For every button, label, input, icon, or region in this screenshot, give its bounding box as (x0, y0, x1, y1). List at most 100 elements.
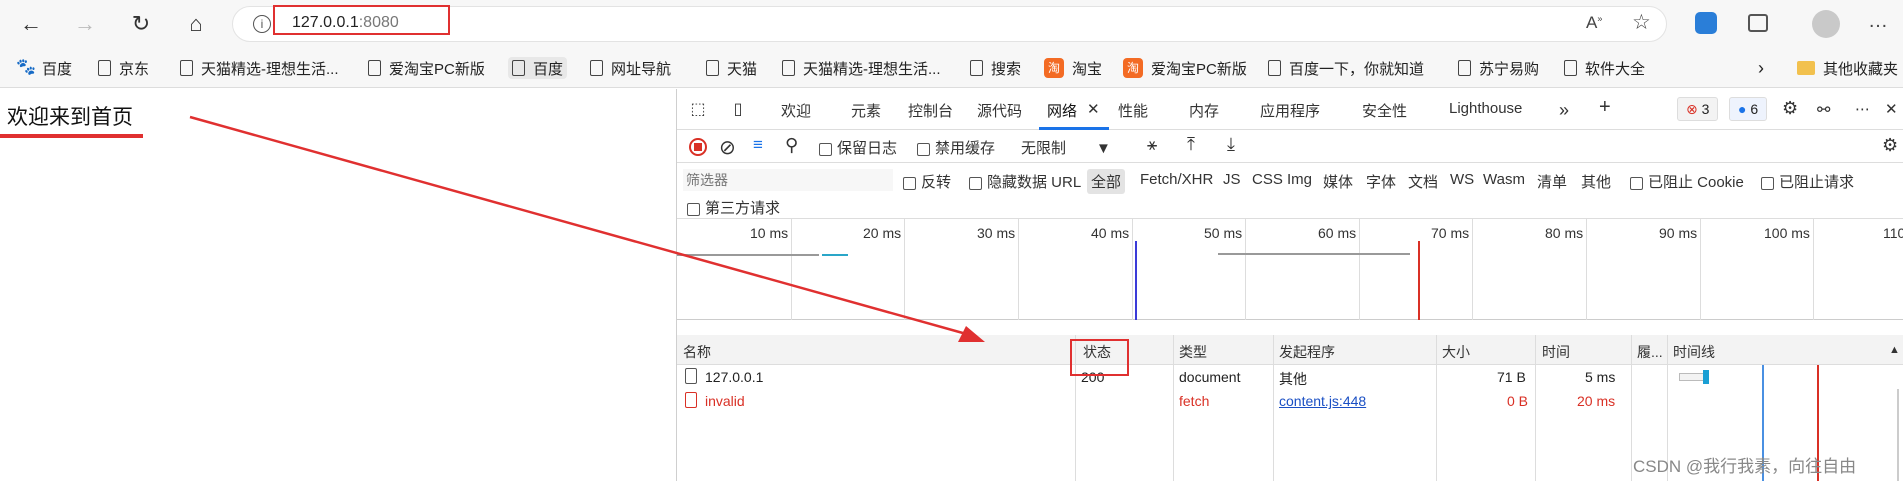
close-icon[interactable]: ✕ (1087, 100, 1100, 118)
error-badge[interactable]: ⊗ 3 (1677, 97, 1719, 121)
scrollbar[interactable] (1897, 389, 1899, 481)
device-toolbar-icon[interactable]: ▯ (727, 99, 749, 119)
bookmarks-bar: 🐾 百度 京东 天猫精选-理想生活... 爱淘宝PC新版 百度 网址导航 天猫 天… (0, 48, 1903, 88)
overview-tick (1700, 219, 1701, 320)
tab-console[interactable]: 控制台 (908, 100, 953, 121)
more-icon[interactable]: … (1868, 10, 1888, 33)
overview-bar-other (1218, 253, 1410, 255)
tick-label: 20 ms (863, 225, 902, 241)
bookmark-item[interactable]: 软件大全 (1564, 57, 1645, 79)
tab-elements[interactable]: 元素 (851, 100, 881, 121)
read-aloud-icon[interactable]: A» (1586, 13, 1602, 33)
bookmark-folder-other[interactable]: 其他收藏夹 (1797, 57, 1898, 79)
tab-sources[interactable]: 源代码 (977, 100, 1022, 121)
devtools-panel: ⬚ ▯ 欢迎 元素 控制台 源代码 网络 ✕ 性能 内存 应用程序 安全性 Li… (676, 89, 1903, 481)
bookmark-item[interactable]: 淘淘宝 (1044, 57, 1102, 79)
close-devtools-icon[interactable]: ✕ (1885, 100, 1898, 118)
bookmark-item[interactable]: 爱淘宝PC新版 (368, 57, 485, 79)
type-filter-wasm[interactable]: Wasm (1483, 171, 1525, 188)
type-filter-doc[interactable]: 文档 (1408, 171, 1438, 192)
collections-icon[interactable] (1748, 14, 1768, 32)
blocked-requests-checkbox[interactable]: 已阻止请求 (1761, 171, 1854, 192)
col-waterfall[interactable]: 时间线 (1673, 342, 1715, 362)
tab-lighthouse[interactable]: Lighthouse (1449, 100, 1522, 117)
type-filter-fetch[interactable]: Fetch/XHR (1140, 171, 1213, 188)
hide-data-url-checkbox[interactable]: 隐藏数据 URL (969, 171, 1081, 192)
filter-icon[interactable]: ≡ (753, 135, 763, 155)
blocked-cookies-checkbox[interactable]: 已阻止 Cookie (1630, 171, 1744, 192)
network-overview[interactable]: 10 ms 20 ms 30 ms 40 ms 50 ms 60 ms 70 m… (677, 219, 1903, 320)
bookmark-item[interactable]: 京东 (98, 57, 149, 79)
bookmark-item[interactable]: 🐾 百度 (16, 57, 72, 79)
preserve-log-checkbox[interactable]: 保留日志 (819, 137, 897, 158)
clear-icon[interactable]: ⊘ (719, 135, 736, 160)
more-tabs-icon[interactable]: » (1559, 100, 1569, 121)
tick-label: 70 ms (1431, 225, 1470, 241)
refresh-button[interactable]: ↻ (126, 9, 156, 39)
tab-application[interactable]: 应用程序 (1260, 100, 1320, 121)
type-filter-ws[interactable]: WS (1450, 171, 1474, 188)
tab-security[interactable]: 安全性 (1362, 100, 1407, 121)
message-badge[interactable]: ● 6 (1729, 97, 1768, 121)
bookmark-item[interactable]: 淘爱淘宝PC新版 (1123, 57, 1247, 79)
col-name[interactable]: 名称 (683, 342, 711, 362)
bookmark-item[interactable]: 天猫精选-理想生活... (782, 57, 941, 79)
col-type[interactable]: 类型 (1179, 342, 1207, 362)
type-filter-css[interactable]: CSS (1252, 171, 1283, 188)
settings-gear-icon[interactable]: ⚙ (1782, 98, 1798, 119)
disable-cache-checkbox[interactable]: 禁用缓存 (917, 137, 995, 158)
message-icon: ● (1738, 101, 1747, 117)
type-filter-js[interactable]: JS (1223, 171, 1241, 188)
sort-ascending-icon[interactable]: ▲ (1889, 344, 1900, 356)
network-settings-icon[interactable]: ⚙ (1882, 135, 1898, 156)
tab-welcome[interactable]: 欢迎 (781, 100, 811, 121)
page-icon (706, 60, 719, 76)
info-icon[interactable]: i (253, 15, 271, 33)
home-icon[interactable]: ⌂ (181, 9, 211, 39)
invert-checkbox[interactable]: 反转 (903, 171, 951, 192)
type-filter-all[interactable]: 全部 (1087, 169, 1126, 194)
tab-memory[interactable]: 内存 (1189, 100, 1219, 121)
add-tab-icon[interactable]: + (1599, 96, 1611, 119)
throttle-select[interactable]: 无限制 ▼ (1021, 137, 1111, 158)
table-row[interactable]: invalid fetch content.js:448 0 B 20 ms (677, 389, 1903, 414)
record-icon[interactable] (689, 138, 707, 156)
col-initiator[interactable]: 发起程序 (1279, 342, 1335, 362)
bookmark-item[interactable]: 天猫精选-理想生活... (180, 57, 339, 79)
favorite-star-icon[interactable]: ☆ (1632, 10, 1651, 35)
type-filter-other[interactable]: 其他 (1581, 171, 1611, 192)
bookmark-item[interactable]: 搜索 (970, 57, 1021, 79)
page-icon (98, 60, 111, 76)
bookmark-item[interactable]: 百度一下，你就知道 (1268, 57, 1424, 79)
chevron-right-icon[interactable]: › (1758, 57, 1764, 79)
bookmark-item[interactable]: 苏宁易购 (1458, 57, 1539, 79)
row-initiator-link[interactable]: content.js:448 (1279, 393, 1366, 409)
back-button[interactable]: ← (16, 9, 46, 39)
third-party-checkbox[interactable]: 第三方请求 (687, 197, 780, 218)
type-filter-manifest[interactable]: 清单 (1537, 171, 1567, 192)
search-icon[interactable]: ⚲ (785, 135, 798, 156)
table-row[interactable]: 127.0.0.1 200 document 其他 71 B 5 ms (677, 365, 1903, 390)
extension-icon[interactable] (1695, 12, 1717, 34)
wifi-settings-icon[interactable]: ⚹ (1147, 135, 1157, 155)
type-filter-media[interactable]: 媒体 (1323, 171, 1353, 192)
download-icon[interactable]: ⤓ (1227, 134, 1235, 155)
forward-button[interactable]: → (70, 9, 100, 39)
customize-icon[interactable]: ⚯ (1817, 100, 1830, 120)
tab-performance[interactable]: 性能 (1118, 100, 1148, 121)
col-size[interactable]: 大小 (1442, 342, 1470, 362)
col-time[interactable]: 时间 (1542, 342, 1570, 362)
bookmark-item[interactable]: 百度 (508, 57, 568, 79)
tab-network[interactable]: 网络 (1047, 100, 1077, 121)
upload-icon[interactable]: ⤒ (1187, 134, 1195, 155)
row-name: invalid (705, 393, 745, 409)
type-filter-img[interactable]: Img (1287, 171, 1312, 188)
col-fulfilled[interactable]: 履... (1637, 342, 1663, 362)
profile-avatar[interactable] (1812, 10, 1840, 38)
more-options-icon[interactable]: ⋯ (1855, 100, 1870, 118)
bookmark-item[interactable]: 天猫 (706, 57, 757, 79)
bookmark-item[interactable]: 网址导航 (590, 57, 671, 79)
filter-input[interactable] (683, 169, 893, 191)
type-filter-font[interactable]: 字体 (1366, 171, 1396, 192)
inspect-icon[interactable]: ⬚ (687, 99, 709, 119)
